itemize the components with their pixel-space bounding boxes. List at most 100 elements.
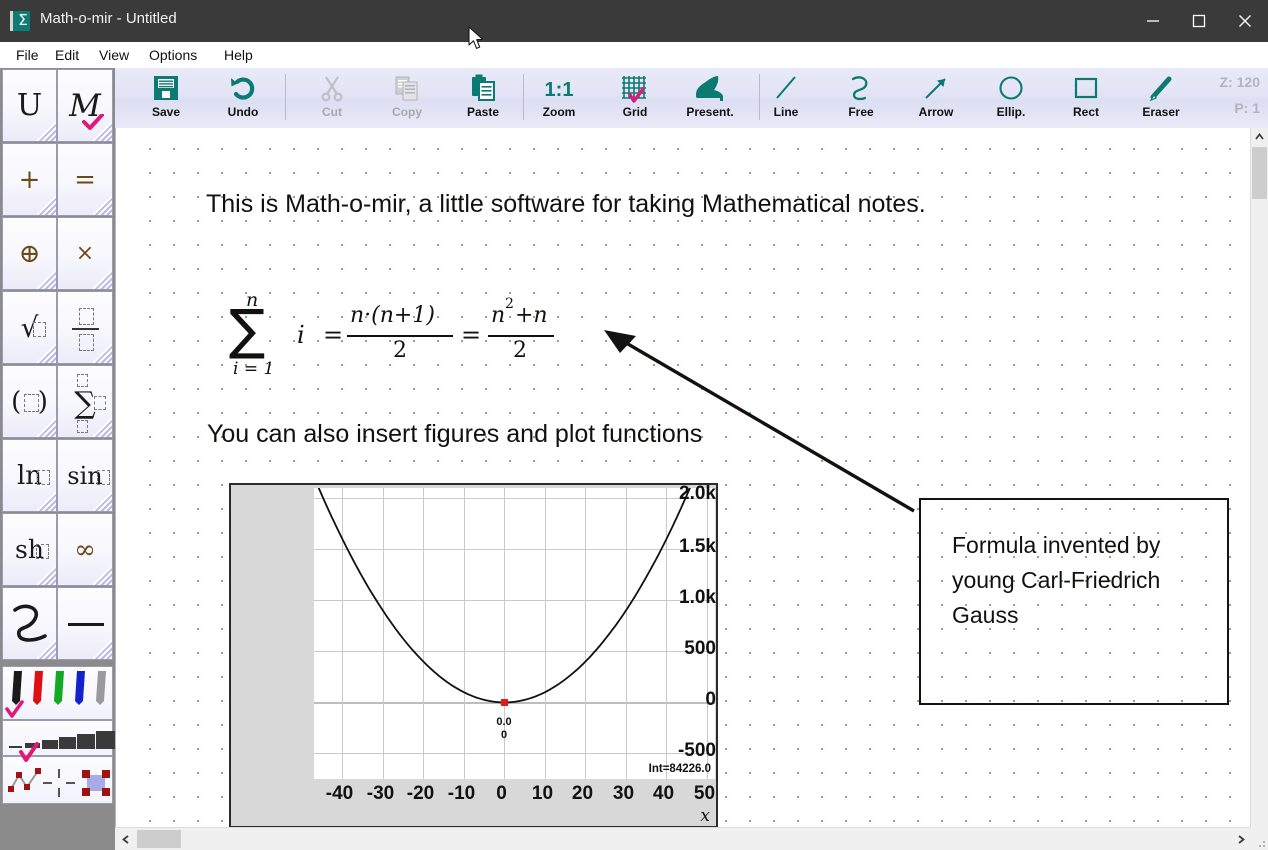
pen-colors-icons[interactable] — [5, 669, 112, 719]
free-button[interactable]: Free — [824, 68, 898, 126]
palette-equals[interactable]: = — [57, 143, 113, 216]
callout-box[interactable]: Formula invented by young Carl-Friedrich… — [919, 498, 1229, 705]
palette-matrix-m[interactable]: M — [57, 69, 113, 142]
document-line-1[interactable]: This is Math-o-mir, a little software fo… — [206, 190, 926, 219]
palette-unit-u[interactable]: U — [2, 69, 57, 142]
ytick-1500: 1.5k — [679, 536, 716, 557]
crosshair-icon[interactable] — [43, 769, 75, 797]
copy-label: Copy — [392, 105, 422, 119]
palette-straight-line[interactable] — [57, 587, 113, 660]
xtick-20: 20 — [571, 783, 594, 804]
xtick-minus40: -40 — [325, 783, 354, 804]
menu-item-edit[interactable]: Edit — [47, 42, 87, 68]
palette-hyperbolic[interactable]: sh — [2, 513, 57, 586]
chevron-up-icon[interactable] — [1251, 128, 1268, 145]
menu-item-help[interactable]: Help — [216, 42, 261, 68]
chevron-left-icon[interactable] — [115, 828, 135, 850]
sum-lower-limit: i = 1 — [233, 359, 275, 379]
freehand-icon — [824, 73, 898, 105]
thickness-level-3[interactable] — [42, 740, 58, 749]
horizontal-scrollbar[interactable] — [115, 827, 1251, 850]
ellipse-button[interactable]: Ellip. — [974, 68, 1048, 126]
minimize-icon[interactable] — [1130, 0, 1176, 42]
thickness-level-6[interactable] — [96, 731, 115, 749]
cut-button[interactable]: Cut — [295, 68, 369, 126]
palette-freehand[interactable] — [2, 587, 57, 660]
thickness-level-5[interactable] — [77, 734, 95, 749]
palette-parenthesis[interactable]: ( ) — [2, 365, 57, 438]
palette-times[interactable]: × — [57, 217, 113, 290]
close-icon[interactable] — [1222, 0, 1268, 42]
thickness-level-4[interactable] — [59, 737, 76, 749]
line-button[interactable]: Line — [749, 68, 823, 126]
menu-item-file[interactable]: File — [8, 42, 47, 68]
present-button[interactable]: Present. — [673, 68, 747, 126]
fraction-2-numerator-rest: +n — [515, 303, 548, 328]
resize-corner-icon — [92, 343, 112, 363]
palette-circled-plus[interactable]: ⊕ — [2, 217, 57, 290]
horizontal-scrollbar-thumb[interactable] — [137, 830, 181, 848]
arrow-icon — [899, 73, 973, 105]
palette-plus[interactable]: + — [2, 143, 57, 216]
placeholder-box — [36, 544, 49, 559]
grid-button[interactable]: Grid — [598, 68, 672, 126]
eraser-label: Eraser — [1142, 105, 1180, 119]
paste-button[interactable]: Paste — [446, 68, 520, 126]
grid-label: Grid — [622, 105, 648, 119]
function-plot[interactable]: 0.0 0 Int=84226.0 2.0k 1.5k 1.0k 500 0 -… — [229, 483, 718, 828]
callout-line-2: young Carl-Friedrich — [952, 567, 1161, 593]
eraser-button[interactable]: Eraser — [1124, 68, 1198, 126]
zoom-button[interactable]: 1:1 Zoom — [522, 68, 596, 126]
rect-button[interactable]: Rect — [1049, 68, 1123, 126]
gauss-formula[interactable]: n ∑ i = 1 i = n·(n+1) 2 = n 2 +n 2 — [229, 283, 649, 379]
sum-sigma-icon: ∑ — [229, 298, 266, 361]
selection-handles-icon[interactable] — [79, 768, 113, 798]
checkmark-icon — [19, 742, 39, 762]
marker-point[interactable] — [501, 699, 508, 706]
save-label: Save — [151, 105, 181, 119]
xtick-30: 30 — [612, 783, 635, 804]
undo-label: Undo — [227, 105, 259, 119]
high-heel-icon — [673, 73, 747, 105]
one-to-one-icon: 1:1 — [522, 73, 596, 105]
scissors-icon — [295, 73, 369, 105]
pen-color-strip — [2, 666, 113, 720]
callout-line-1: Formula invented by — [952, 532, 1161, 558]
paste-label: Paste — [466, 105, 500, 119]
ytick-minus500: -500 — [677, 740, 716, 761]
symbol-palette: U M + = ⊕ × √ () ∑ ln sin sh ∞ — [0, 68, 115, 850]
copy-pages-icon — [370, 73, 444, 105]
ytick-500: 500 — [684, 638, 716, 659]
arrow-button[interactable]: Arrow — [899, 68, 973, 126]
checkmark-icon — [82, 114, 104, 130]
placeholder-box — [97, 470, 110, 485]
palette-fraction[interactable] — [57, 291, 113, 364]
copy-button[interactable]: Copy — [370, 68, 444, 126]
palette-infinity[interactable]: ∞ — [57, 513, 113, 586]
menu-item-view[interactable]: View — [91, 42, 137, 68]
xtick-0: 0 — [496, 783, 507, 804]
maximize-icon[interactable] — [1176, 0, 1222, 42]
menu-item-options[interactable]: Options — [141, 42, 205, 68]
sigma-icon: Σ — [10, 11, 30, 31]
palette-sine[interactable]: sin — [57, 439, 113, 512]
ytick-0: 0 — [705, 689, 716, 710]
placeholder-box — [79, 334, 94, 351]
palette-square-root[interactable]: √ — [2, 291, 57, 364]
palette-logarithm[interactable]: ln — [2, 439, 57, 512]
palette-sum[interactable]: ∑ — [57, 365, 113, 438]
callout-line-3: Gauss — [952, 602, 1019, 628]
polyline-nodes-icon[interactable] — [7, 767, 43, 799]
vertical-scrollbar[interactable] — [1250, 128, 1268, 828]
title-bar: Σ Math-o-mir - Untitled — [0, 0, 1268, 42]
plot-area: 0.0 0 Int=84226.0 — [314, 488, 715, 779]
document-canvas[interactable]: This is Math-o-mir, a little software fo… — [115, 128, 1252, 828]
chevron-right-icon[interactable] — [1231, 828, 1251, 850]
x-axis-label: x — [700, 806, 710, 826]
zoom-label: Zoom — [542, 105, 576, 119]
resize-grip[interactable] — [1251, 828, 1268, 850]
note-paper[interactable]: This is Math-o-mir, a little software fo… — [134, 128, 1252, 828]
vertical-scrollbar-thumb[interactable] — [1252, 147, 1267, 199]
undo-button[interactable]: Undo — [206, 68, 280, 126]
save-button[interactable]: Save — [129, 68, 203, 126]
